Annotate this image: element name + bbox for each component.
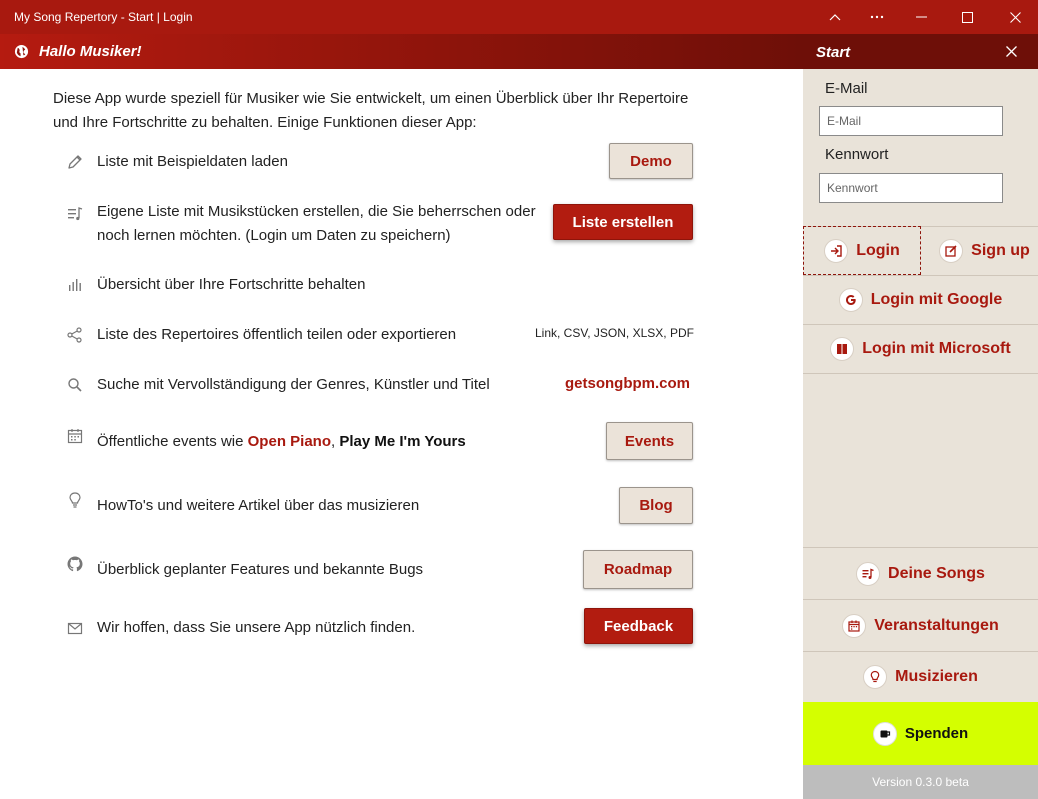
feature-roadmap-text: Überblick geplanter Features und bekannt…	[97, 561, 424, 578]
playlist-icon	[68, 207, 83, 221]
calendar-icon	[67, 429, 83, 444]
login-google-button[interactable]: Login mit Google	[803, 276, 1038, 324]
nav-your-songs-label: Deine Songs	[888, 564, 985, 582]
feature-blog-text: HowTo's und weitere Artikel über das mus…	[97, 497, 420, 514]
events-button[interactable]: Events	[606, 422, 693, 460]
version-label: Version 0.3.0 beta	[803, 765, 1038, 799]
donate-button[interactable]: Spenden	[803, 702, 1038, 765]
login-microsoft-button[interactable]: Login mit Microsoft	[803, 325, 1038, 373]
demo-button[interactable]: Demo	[609, 143, 693, 179]
signup-button[interactable]: Sign up	[931, 226, 1038, 275]
password-label: Kennwort	[825, 146, 889, 163]
password-field[interactable]	[819, 173, 1003, 203]
close-window-icon[interactable]	[992, 0, 1038, 34]
feedback-button[interactable]: Feedback	[584, 608, 693, 644]
create-list-button[interactable]: Liste erstellen	[553, 204, 693, 240]
feature-events-text: Öffentliche events wie Open Piano, Play …	[97, 430, 466, 454]
login-button[interactable]: Login	[803, 226, 921, 275]
blog-button[interactable]: Blog	[619, 487, 693, 524]
lightbulb-icon	[863, 665, 888, 689]
lightbulb-icon	[69, 492, 81, 508]
login-label: Login	[856, 241, 900, 259]
feature-search-text: Suche mit Vervollständigung der Genres, …	[97, 376, 490, 393]
events-text-prefix: Öffentliche events wie	[97, 433, 248, 450]
nav-make-music[interactable]: Musizieren	[803, 652, 1038, 702]
nav-events[interactable]: Veranstaltungen	[803, 600, 1038, 651]
window-title: My Song Repertory - Start | Login	[14, 10, 193, 24]
nav-your-songs[interactable]: Deine Songs	[803, 548, 1038, 599]
feature-demo-text: Liste mit Beispieldaten laden	[97, 153, 288, 170]
github-icon	[67, 556, 83, 572]
calendar-icon	[842, 613, 867, 638]
getsongbpm-link[interactable]: getsongbpm.com	[565, 375, 690, 392]
feature-share-text: Liste des Repertoires öffentlich teilen …	[97, 326, 457, 343]
more-options-icon[interactable]	[854, 0, 900, 34]
login-google-label: Login mit Google	[870, 291, 1003, 308]
login-icon	[824, 238, 849, 263]
export-formats: Link, CSV, JSON, XLSX, PDF	[535, 326, 694, 340]
globe-icon	[14, 44, 29, 59]
signup-label: Sign up	[971, 241, 1030, 259]
window-titlebar: My Song Repertory - Start | Login	[0, 0, 1038, 34]
panel-title: Start	[816, 44, 851, 61]
google-icon	[838, 288, 863, 312]
close-panel-icon[interactable]	[1006, 42, 1017, 62]
panel-header: Start	[803, 34, 1038, 69]
edit-icon	[939, 238, 964, 263]
start-panel: Start E-Mail Kennwort Login Sign up Logi…	[803, 34, 1038, 799]
feature-create-text: Eigene Liste mit Musikstücken erstellen,…	[97, 203, 536, 244]
music-list-icon	[856, 561, 881, 586]
divider	[803, 373, 1038, 374]
page-header: Hallo Musiker!	[0, 34, 803, 69]
roadmap-button[interactable]: Roadmap	[583, 550, 693, 589]
open-piano-link[interactable]: Open Piano	[248, 433, 331, 450]
share-icon	[67, 327, 82, 343]
intro-text: Diese App wurde speziell für Musiker wie…	[53, 90, 689, 131]
chevron-up-icon[interactable]	[812, 0, 858, 34]
play-me-im-yours-link[interactable]: Play Me I'm Yours	[339, 433, 465, 450]
microsoft-icon	[830, 337, 855, 361]
login-microsoft-label: Login mit Microsoft	[862, 340, 1011, 357]
email-field[interactable]	[819, 106, 1003, 136]
maximize-icon[interactable]	[944, 0, 990, 34]
email-label: E-Mail	[825, 80, 868, 97]
bar-chart-icon	[69, 279, 81, 291]
donate-label: Spenden	[904, 725, 969, 742]
page-title: Hallo Musiker!	[39, 43, 142, 60]
feature-progress-text: Übersicht über Ihre Fortschritte behalte…	[97, 276, 366, 293]
search-icon	[68, 378, 82, 392]
feature-feedback-text: Wir hoffen, dass Sie unsere App nützlich…	[97, 619, 416, 636]
nav-events-label: Veranstaltungen	[874, 616, 999, 634]
mail-feedback-icon	[67, 622, 83, 635]
coffee-cup-icon	[872, 721, 897, 746]
minimize-icon[interactable]	[898, 0, 944, 34]
nav-make-music-label: Musizieren	[895, 668, 978, 685]
pencil-icon	[68, 155, 82, 169]
